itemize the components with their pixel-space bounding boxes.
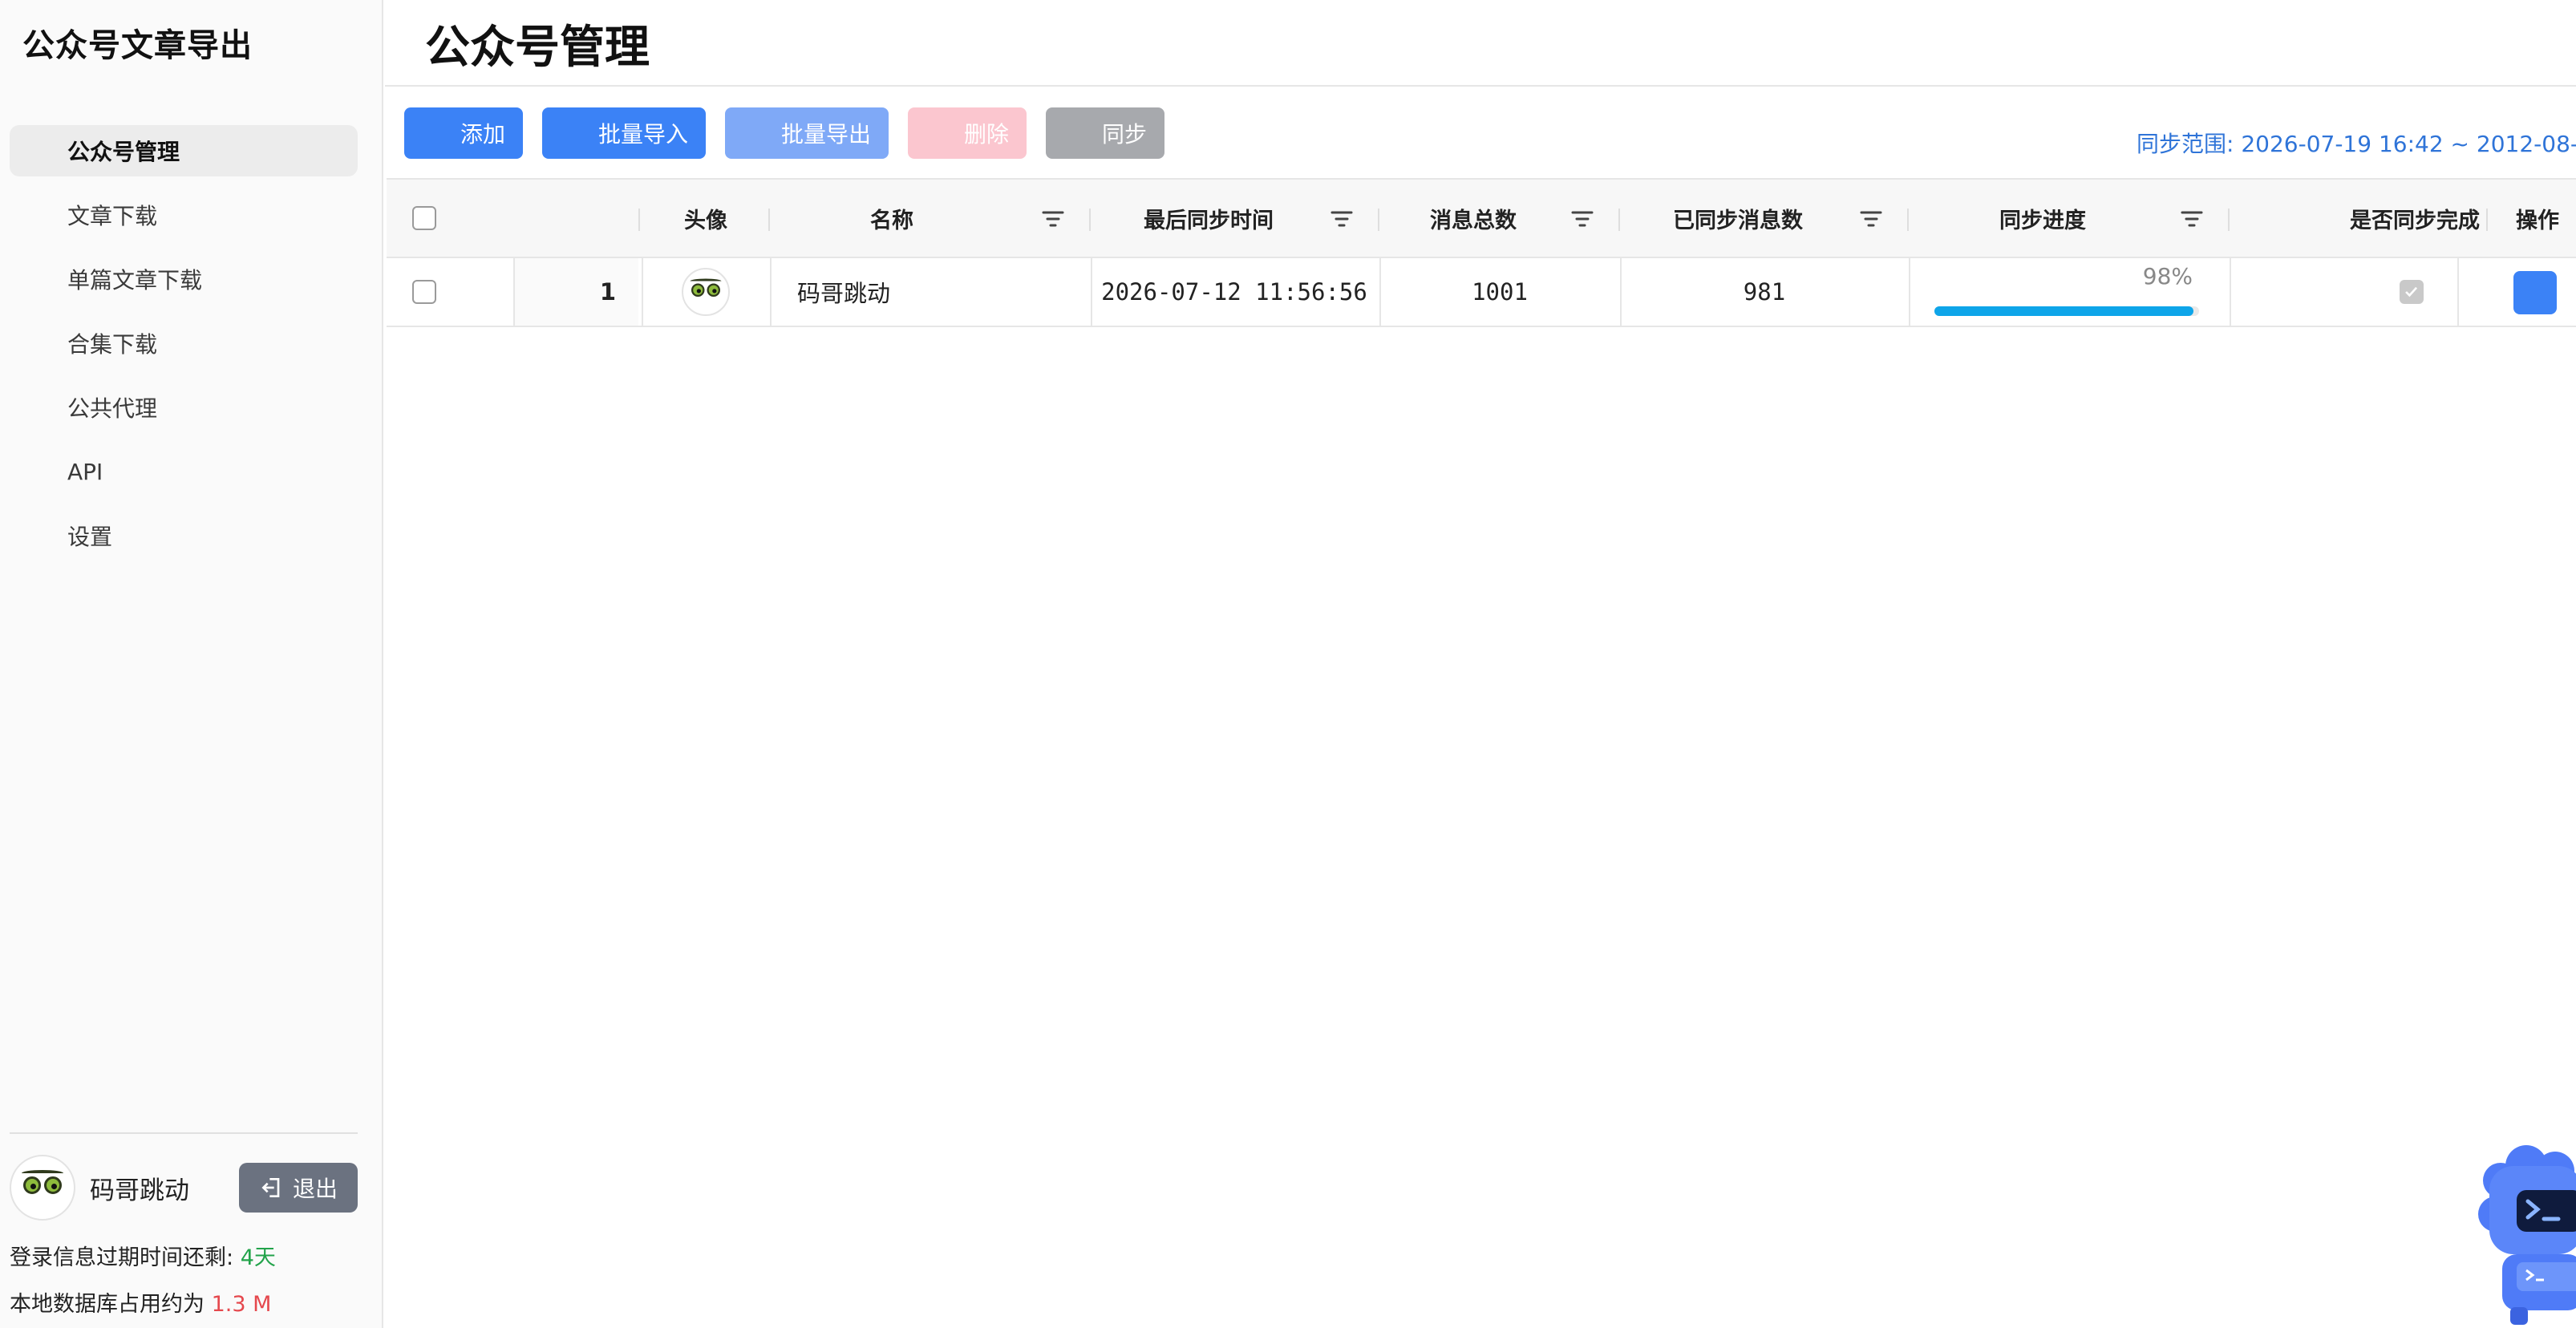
robot-assistant-icon[interactable] bbox=[2478, 1142, 2576, 1328]
header-last-sync: 最后同步时间 bbox=[1144, 208, 1274, 233]
check-icon bbox=[2405, 286, 2418, 298]
sidebar-nav: 公众号管理 文章下载 单篇文章下载 合集下载 公共代理 API 设置 bbox=[10, 125, 358, 574]
header-sync-progress: 同步进度 bbox=[1999, 208, 2086, 233]
sidebar-item-single-article-download[interactable]: 单篇文章下载 bbox=[10, 253, 358, 305]
storage-usage: 本地数据库占用约为 1.3 M bbox=[10, 1286, 271, 1318]
header-synced-messages: 已同步消息数 bbox=[1673, 208, 1803, 233]
progress-fill bbox=[1934, 306, 2194, 316]
header-sync-completed: 是否同步完成 bbox=[2350, 208, 2480, 233]
last-sync-filter-icon[interactable] bbox=[1330, 209, 1354, 229]
owl-logo-icon bbox=[20, 1165, 65, 1210]
sidebar-item-settings[interactable]: 设置 bbox=[10, 510, 358, 561]
row-completed-checkbox bbox=[2400, 280, 2424, 304]
add-button[interactable]: 添加 bbox=[404, 107, 523, 159]
sidebar: 公众号文章导出 公众号管理 文章下载 单篇文章下载 合集下载 公共代理 API … bbox=[0, 0, 383, 1328]
header-avatar: 头像 bbox=[684, 208, 727, 233]
delete-button[interactable]: 删除 bbox=[908, 107, 1027, 159]
row-index: 1 bbox=[515, 258, 638, 326]
row-total-messages: 1001 bbox=[1472, 278, 1528, 306]
row-synced-messages: 981 bbox=[1743, 278, 1786, 306]
row-checkbox[interactable] bbox=[412, 280, 436, 304]
table-header: 头像 名称 最后同步时间 消息总数 已同步消息数 同步进度 是否同步完成 操作 bbox=[387, 178, 2576, 258]
row-action-button[interactable] bbox=[2513, 271, 2557, 314]
sidebar-item-collection-download[interactable]: 合集下载 bbox=[10, 318, 358, 369]
sidebar-item-public-proxy[interactable]: 公共代理 bbox=[10, 382, 358, 433]
storage-usage-value: 1.3 M bbox=[211, 1292, 272, 1317]
app-title: 公众号文章导出 bbox=[22, 27, 253, 64]
login-expiry-value: 4天 bbox=[240, 1245, 276, 1270]
header-divider bbox=[385, 85, 2576, 87]
logout-icon bbox=[261, 1178, 280, 1197]
sidebar-item-account-management[interactable]: 公众号管理 bbox=[10, 125, 358, 176]
row-select-cell bbox=[412, 258, 436, 326]
sidebar-divider bbox=[10, 1132, 358, 1134]
sidebar-item-api[interactable]: API bbox=[10, 446, 358, 497]
sync-range-text: 同步范围: 2026-07-19 16:42 ~ 2012-08-2 bbox=[2137, 131, 2576, 157]
row-last-sync: 2026-07-12 11:56:56 bbox=[1101, 278, 1367, 306]
batch-export-button[interactable]: 批量导出 bbox=[725, 107, 889, 159]
select-all-checkbox[interactable] bbox=[412, 206, 436, 230]
name-filter-icon[interactable] bbox=[1041, 209, 1065, 229]
toolbar: 添加 批量导入 批量导出 删除 同步 bbox=[404, 107, 1164, 159]
login-expiry-label: 登录信息过期时间还剩: bbox=[10, 1245, 241, 1270]
page-title: 公众号管理 bbox=[425, 22, 650, 74]
table-row[interactable]: 1 码哥跳动 2026-07-12 11:56:56 1001 981 98% bbox=[387, 258, 2576, 327]
row-name: 码哥跳动 bbox=[797, 280, 891, 307]
login-expiry: 登录信息过期时间还剩: 4天 bbox=[10, 1240, 276, 1271]
row-avatar-cell bbox=[642, 258, 770, 326]
user-name: 码哥跳动 bbox=[90, 1176, 189, 1205]
sync-button[interactable]: 同步 bbox=[1046, 107, 1164, 159]
logout-label: 退出 bbox=[292, 1176, 338, 1202]
user-profile: 码哥跳动 退出 bbox=[10, 1153, 358, 1222]
owl-logo-icon bbox=[689, 275, 723, 309]
storage-usage-label: 本地数据库占用约为 bbox=[10, 1292, 212, 1317]
progress-track bbox=[1934, 306, 2199, 316]
synced-filter-icon[interactable] bbox=[1859, 209, 1883, 229]
header-name: 名称 bbox=[870, 208, 913, 233]
row-progress: 98% bbox=[1934, 258, 2199, 327]
sidebar-item-article-download[interactable]: 文章下载 bbox=[10, 189, 358, 241]
row-avatar bbox=[682, 268, 730, 316]
row-progress-label: 98% bbox=[2142, 263, 2193, 289]
header-actions: 操作 bbox=[2516, 208, 2559, 233]
header-total-messages: 消息总数 bbox=[1430, 208, 1517, 233]
logout-button[interactable]: 退出 bbox=[239, 1163, 358, 1213]
progress-filter-icon[interactable] bbox=[2180, 209, 2204, 229]
row-completed-cell bbox=[2231, 258, 2472, 326]
avatar bbox=[10, 1155, 75, 1221]
batch-import-button[interactable]: 批量导入 bbox=[542, 107, 706, 159]
total-filter-icon[interactable] bbox=[1570, 209, 1594, 229]
select-all-cell bbox=[412, 180, 436, 257]
